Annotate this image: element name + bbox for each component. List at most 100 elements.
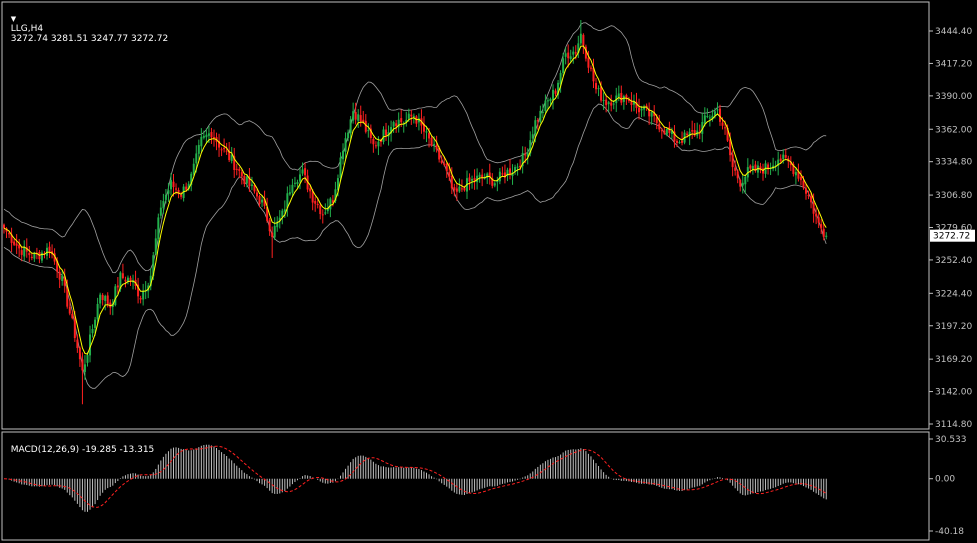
candle-body	[812, 202, 815, 214]
candle-body	[751, 165, 754, 170]
candle-body	[412, 115, 415, 117]
candle-body	[121, 273, 124, 279]
candle-body	[202, 135, 205, 138]
candle-body	[572, 51, 575, 55]
candle-body	[372, 138, 375, 145]
macd-tick-label: 0.00	[935, 475, 955, 485]
candle-body	[250, 184, 253, 187]
candle-body	[638, 107, 641, 113]
candle-body	[268, 219, 271, 232]
current-price-label: 3272.72	[933, 232, 970, 242]
candle-body	[597, 88, 600, 90]
candle-body	[458, 186, 461, 192]
candle-body	[562, 58, 565, 73]
price-tick-label: 3417.20	[935, 59, 972, 69]
candle-body	[582, 34, 585, 46]
candle-body	[58, 271, 61, 280]
candle-body	[243, 175, 246, 184]
signal-line	[3, 445, 827, 508]
candle-body	[460, 188, 463, 190]
candle-body	[374, 145, 377, 147]
candle-body	[301, 169, 304, 174]
candle-body	[605, 99, 608, 106]
candle-body	[552, 89, 555, 101]
price-tick-label: 3169.20	[935, 355, 972, 365]
candle-body	[736, 171, 739, 179]
candle-body	[197, 145, 200, 154]
price-panel-frame	[1, 1, 930, 430]
candle-body	[139, 298, 142, 300]
candle-body	[357, 114, 360, 121]
candle-body	[681, 140, 684, 143]
candle-body	[744, 176, 747, 185]
candle-body	[724, 127, 727, 129]
candle-body	[395, 123, 398, 126]
candle-body	[20, 250, 23, 255]
candle-body	[101, 295, 104, 301]
candle-body	[574, 52, 577, 54]
candle-body	[708, 117, 711, 119]
candle-body	[261, 199, 264, 203]
candle-body	[116, 285, 119, 288]
candle-body	[28, 252, 31, 256]
candle-body	[554, 90, 557, 94]
candle-body	[600, 86, 603, 101]
candle-body	[159, 207, 162, 216]
candle-body	[549, 98, 552, 102]
candle-body	[382, 129, 385, 142]
candle-body	[392, 122, 395, 127]
candle-body	[706, 116, 709, 118]
candle-body	[157, 217, 160, 240]
dropdown-arrow-icon[interactable]: ▼	[11, 15, 16, 23]
candle-body	[212, 137, 215, 139]
candle-body	[703, 115, 706, 124]
candle-body	[129, 277, 132, 281]
candle-body	[15, 243, 18, 246]
candle-body	[167, 190, 170, 194]
candle-body	[71, 313, 74, 319]
candle-body	[258, 196, 261, 205]
candle-body	[30, 256, 33, 259]
candle-body	[192, 163, 195, 175]
price-tick-label: 3252.40	[935, 256, 972, 266]
candle-body	[223, 147, 226, 150]
candle-body	[691, 130, 694, 132]
candle-body	[13, 241, 16, 245]
candle-body	[579, 33, 582, 44]
candle-body	[245, 176, 248, 184]
candle-body	[104, 295, 107, 301]
candle-body	[205, 134, 208, 138]
candle-body	[200, 136, 203, 147]
candle-body	[658, 123, 661, 130]
candle-body	[546, 100, 549, 102]
candle-body	[8, 233, 11, 235]
candle-body	[478, 174, 481, 177]
candle-body	[607, 102, 610, 105]
candle-body	[799, 176, 802, 181]
candle-body	[83, 364, 86, 372]
candle-body	[445, 163, 448, 172]
candle-body	[162, 200, 165, 209]
price-tick-label: 3444.40	[935, 27, 972, 37]
candle-body	[96, 303, 99, 320]
candle-body	[347, 132, 350, 138]
candle-body	[602, 99, 605, 101]
candle-body	[802, 180, 805, 188]
candle-body	[569, 56, 572, 60]
candle-body	[240, 172, 243, 177]
bollinger-bands	[3, 22, 827, 389]
candle-body	[660, 130, 663, 132]
candle-body	[81, 359, 84, 371]
ma-line	[3, 45, 827, 355]
candle-body	[407, 113, 410, 119]
candle-body	[471, 179, 474, 181]
candle-body	[536, 120, 539, 122]
candle-body	[665, 128, 668, 135]
candle-body	[686, 133, 689, 135]
candle-body	[281, 210, 284, 217]
candle-body	[3, 224, 5, 229]
candle-body	[534, 120, 537, 135]
candle-body	[425, 131, 428, 133]
chart-canvas: 3444.40 3417.20 3390.00 3362.00 3334.80 3306.…	[1, 1, 975, 541]
candle-body	[817, 217, 820, 223]
